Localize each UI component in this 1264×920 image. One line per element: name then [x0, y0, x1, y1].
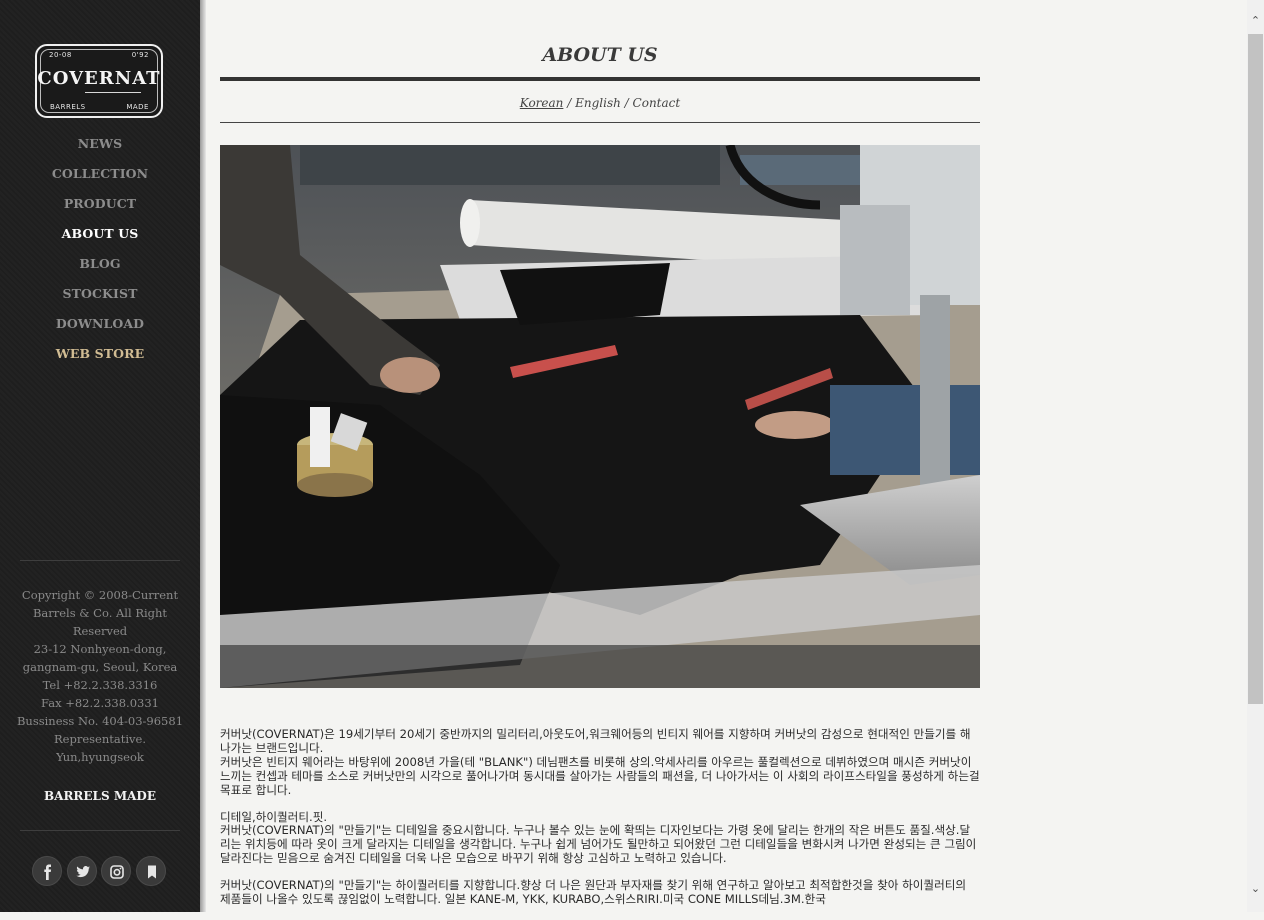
about-body-text: 커버낫(COVERNAT)은 19세기부터 20세기 중반까지의 밀리터리,아웃…: [220, 727, 980, 920]
logo-underline: [85, 92, 141, 93]
page-title: ABOUT US: [542, 44, 658, 66]
logo-top-right-text: 0'92: [131, 51, 149, 59]
fax: Fax +82.2.338.0331: [41, 696, 159, 710]
barrels-made-label: BARRELS MADE: [44, 789, 156, 803]
nav-item-stockist[interactable]: STOCKIST: [0, 284, 200, 314]
address-line-2: gangnam-gu, Seoul, Korea: [22, 660, 178, 674]
nav-item-blog[interactable]: BLOG: [0, 254, 200, 284]
copyright-line-3: Reserved: [72, 624, 128, 638]
facebook-icon[interactable]: [32, 856, 62, 886]
separator-text: /: [567, 96, 572, 110]
sidebar-divider-bottom: [20, 830, 180, 831]
address-line-1: 23-12 Nonhyeon-dong,: [33, 642, 167, 656]
nav-item-web-store[interactable]: WEB STORE: [0, 344, 200, 374]
about-paragraph-2: 디테일,하이퀄러티.핏. 커버낫(COVERNAT)의 "만들기"는 디테일을 …: [220, 809, 977, 866]
copyright-line-1: Copyright © 2008-Current: [21, 588, 179, 602]
business-number: Bussiness No. 404-03-96581: [16, 714, 184, 728]
telephone: Tel +82.2.338.3316: [42, 678, 158, 692]
about-paragraph-1: 커버낫(COVERNAT)은 19세기부터 20세기 중반까지의 밀리터리,아웃…: [220, 727, 980, 797]
language-rule: [220, 122, 980, 123]
representative-name: Yun,hyungseok: [56, 750, 144, 764]
representative-label: Representative.: [54, 732, 146, 746]
copyright-line-2: Barrels & Co. All Right: [32, 606, 168, 620]
workshop-photo: [220, 145, 980, 688]
title-rule: [220, 77, 980, 81]
logo-bottom-right-text: MADE: [126, 103, 149, 111]
logo-brand-name: COVERNAT: [37, 68, 161, 89]
lang-separator-1: /: [567, 96, 575, 110]
company-info: Copyright © 2008-Current Barrels & Co. A…: [15, 586, 185, 766]
nav-item-about-us[interactable]: ABOUT US: [0, 224, 200, 254]
nav-item-product[interactable]: PRODUCT: [0, 194, 200, 224]
covernat-logo[interactable]: 20-08 0'92 COVERNAT BARRELS MADE: [35, 44, 163, 118]
nav-item-news[interactable]: NEWS: [0, 134, 200, 164]
bookmark-icon[interactable]: [136, 856, 166, 886]
lang-korean-link[interactable]: Korean: [520, 96, 564, 110]
scrollbar-thumb[interactable]: [1248, 34, 1263, 704]
separator-text: /: [624, 96, 629, 110]
logo-bottom-left-text: BARRELS: [50, 103, 86, 111]
sidebar-divider-top: [20, 560, 180, 561]
scroll-up-arrow-icon[interactable]: ⌃: [1247, 12, 1264, 29]
twitter-icon[interactable]: [67, 856, 97, 886]
logo-top-left-text: 20-08: [49, 51, 72, 59]
main-nav: NEWS COLLECTION PRODUCT ABOUT US BLOG ST…: [0, 134, 200, 374]
contact-link[interactable]: Contact: [633, 96, 681, 110]
scroll-down-arrow-icon[interactable]: ⌄: [1247, 880, 1264, 897]
social-links: [32, 856, 172, 886]
instagram-icon[interactable]: [101, 856, 131, 886]
vertical-scrollbar[interactable]: ⌃ ⌄: [1247, 0, 1264, 912]
lang-english-link[interactable]: English: [575, 96, 621, 110]
language-switcher: Korean / English / Contact: [220, 96, 980, 110]
nav-item-download[interactable]: DOWNLOAD: [0, 314, 200, 344]
sidebar-edge-shadow: [200, 0, 206, 912]
about-paragraph-3: 커버낫(COVERNAT)의 "만들기"는 하이퀄러티를 지향합니다.향상 더 …: [220, 878, 967, 907]
nav-item-collection[interactable]: COLLECTION: [0, 164, 200, 194]
lang-separator-2: /: [625, 96, 633, 110]
sidebar: 20-08 0'92 COVERNAT BARRELS MADE NEWS CO…: [0, 0, 200, 912]
